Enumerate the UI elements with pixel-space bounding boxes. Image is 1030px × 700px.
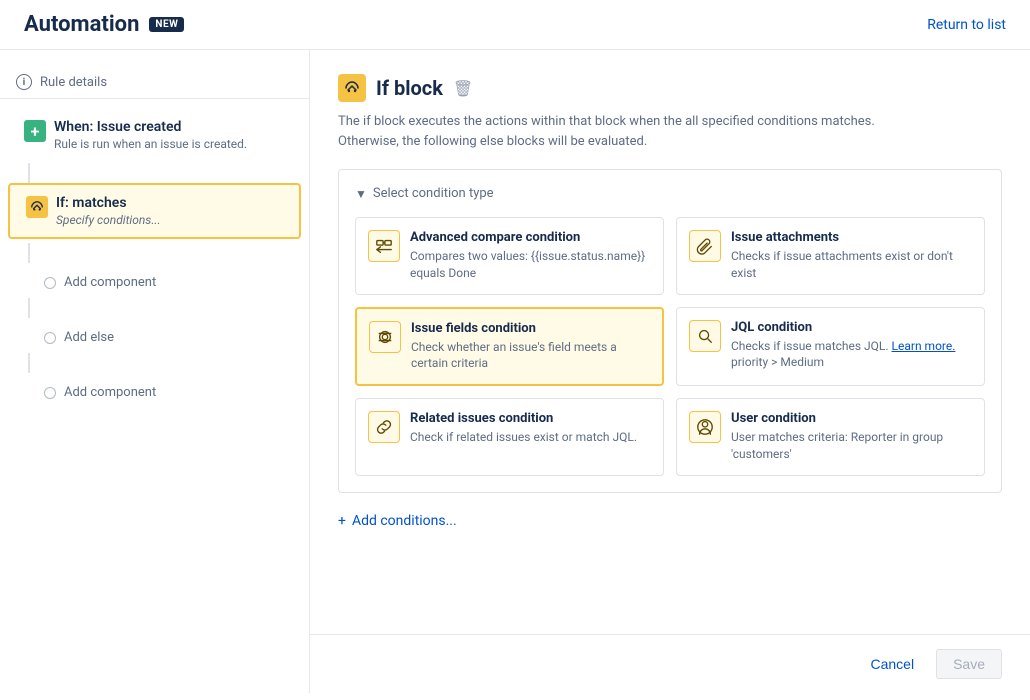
info-icon: i <box>16 74 32 90</box>
related-issues-icon-box <box>368 411 400 443</box>
advanced-compare-icon-box <box>368 230 400 262</box>
header: Automation NEW Return to list <box>0 0 1030 50</box>
advanced-compare-desc: Compares two values: {{issue.status.name… <box>410 248 651 282</box>
footer: Cancel Save <box>310 634 1030 693</box>
issue-attachments-title: Issue attachments <box>731 230 972 245</box>
condition-card-jql[interactable]: JQL condition Checks if issue matches JQ… <box>676 307 985 387</box>
main-layout: i Rule details + When: Issue created Rul… <box>0 50 1030 693</box>
related-issues-desc: Check if related issues exist or match J… <box>410 429 637 446</box>
save-button[interactable]: Save <box>936 649 1002 679</box>
condition-card-related-issues[interactable]: Related issues condition Check if relate… <box>355 398 664 476</box>
connector-line-4 <box>28 353 30 373</box>
trigger-plus-icon: + <box>24 120 46 142</box>
add-else-button[interactable]: Add else <box>28 322 301 353</box>
sidebar: i Rule details + When: Issue created Rul… <box>0 50 310 693</box>
issue-attachments-desc: Checks if issue attachments exist or don… <box>731 248 972 282</box>
connector-line-2 <box>28 243 30 263</box>
advanced-compare-text: Advanced compare condition Compares two … <box>410 230 651 282</box>
jql-desc: Checks if issue matches JQL. Learn more.… <box>731 338 972 372</box>
condition-card-advanced-compare[interactable]: Advanced compare condition Compares two … <box>355 217 664 295</box>
if-subtitle: Specify conditions... <box>56 213 161 227</box>
new-badge: NEW <box>149 17 184 32</box>
learn-more-link[interactable]: Learn more. <box>892 339 956 353</box>
issue-attachments-icon-box <box>689 230 721 262</box>
chevron-down-icon: ▼ <box>355 187 367 201</box>
condition-panel: ▼ Select condition type Adv <box>338 169 1002 493</box>
trigger-block[interactable]: + When: Issue created Rule is run when a… <box>8 111 301 159</box>
add-component-label-2: Add component <box>64 385 156 400</box>
header-left: Automation NEW <box>24 12 184 37</box>
condition-panel-header: ▼ Select condition type <box>355 186 985 201</box>
circle-icon-2 <box>44 332 56 344</box>
circle-icon-3 <box>44 387 56 399</box>
return-to-list-link[interactable]: Return to list <box>927 17 1006 33</box>
related-issues-text: Related issues condition Check if relate… <box>410 411 637 446</box>
trigger-title: When: Issue created <box>54 119 247 135</box>
user-condition-desc: User matches criteria: Reporter in group… <box>731 429 972 463</box>
if-text: If: matches Specify conditions... <box>56 195 161 227</box>
if-block-sidebar[interactable]: If: matches Specify conditions... <box>8 183 301 239</box>
add-component-button-1[interactable]: Add component <box>28 267 301 298</box>
user-condition-title: User condition <box>731 411 972 426</box>
condition-card-user[interactable]: User condition User matches criteria: Re… <box>676 398 985 476</box>
trigger-text: When: Issue created Rule is run when an … <box>54 119 247 151</box>
add-component-label-1: Add component <box>64 275 156 290</box>
condition-picker-header-label: Select condition type <box>373 186 494 201</box>
rule-details-label: Rule details <box>40 75 107 90</box>
rule-details-section[interactable]: i Rule details <box>0 66 309 99</box>
issue-fields-icon-box <box>369 321 401 353</box>
trigger-subtitle: Rule is run when an issue is created. <box>54 137 247 151</box>
connector-line-3 <box>28 298 30 318</box>
add-component-button-2[interactable]: Add component <box>28 377 301 408</box>
trash-icon[interactable]: 🗑 <box>453 79 473 98</box>
if-title: If: matches <box>56 195 161 211</box>
plus-icon: + <box>338 513 346 529</box>
jql-title: JQL condition <box>731 320 972 335</box>
advanced-compare-title: Advanced compare condition <box>410 230 651 245</box>
block-description: The if block executes the actions within… <box>338 112 1002 151</box>
condition-card-issue-attachments[interactable]: Issue attachments Checks if issue attach… <box>676 217 985 295</box>
block-title: If block <box>376 76 443 100</box>
jql-icon-box <box>689 320 721 352</box>
conditions-grid: Advanced compare condition Compares two … <box>355 217 985 476</box>
add-conditions-button[interactable]: + Add conditions... <box>338 513 1002 529</box>
issue-fields-desc: Check whether an issue's field meets a c… <box>411 339 650 373</box>
issue-fields-text: Issue fields condition Check whether an … <box>411 321 650 373</box>
cancel-button[interactable]: Cancel <box>858 650 926 678</box>
condition-card-issue-fields[interactable]: Issue fields condition Check whether an … <box>355 307 664 387</box>
connector-line-1 <box>28 163 30 183</box>
app-title: Automation <box>24 12 139 37</box>
user-condition-icon-box <box>689 411 721 443</box>
if-block-icon <box>338 74 366 102</box>
add-conditions-label: Add conditions... <box>352 513 457 529</box>
content-header: If block 🗑 <box>338 74 1002 102</box>
content-area: If block 🗑 The if block executes the act… <box>310 50 1030 693</box>
add-else-label: Add else <box>64 330 114 345</box>
issue-attachments-text: Issue attachments Checks if issue attach… <box>731 230 972 282</box>
circle-icon-1 <box>44 277 56 289</box>
user-condition-text: User condition User matches criteria: Re… <box>731 411 972 463</box>
related-issues-title: Related issues condition <box>410 411 637 426</box>
jql-text: JQL condition Checks if issue matches JQ… <box>731 320 972 372</box>
if-icon <box>26 196 48 218</box>
issue-fields-title: Issue fields condition <box>411 321 650 336</box>
